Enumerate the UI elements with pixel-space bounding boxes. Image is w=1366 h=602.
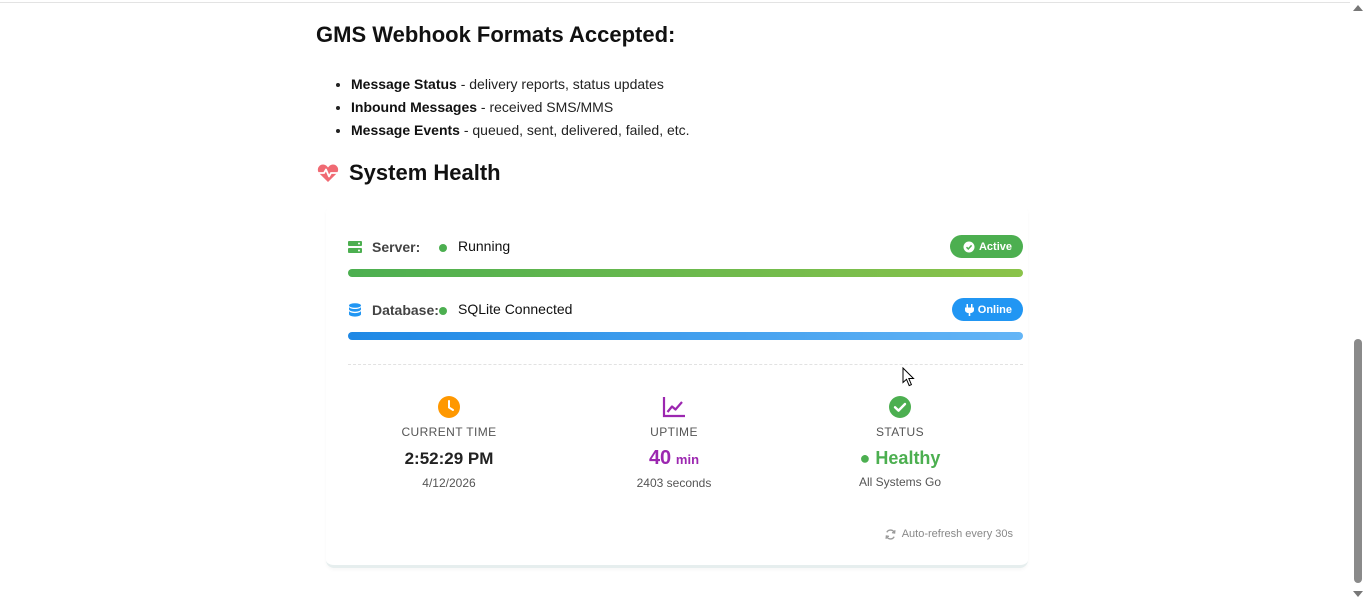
status-stat: STATUS ● Healthy All Systems Go [800,395,1000,489]
auto-refresh-note: Auto-refresh every 30s [885,528,1013,540]
badge-label: Online [977,303,1012,316]
format-term: Message Status [351,76,457,92]
heartbeat-icon [317,164,339,182]
plug-icon [964,303,974,316]
status-label: STATUS [876,425,924,439]
uptime-label: UPTIME [650,425,698,439]
current-time-value: 2:52:29 PM [404,449,494,468]
format-desc: - delivery reports, status updates [456,76,664,92]
uptime-minutes: 40 [648,447,672,469]
current-date-value: 4/12/2026 [422,476,476,490]
top-divider [0,2,1350,3]
current-time-label: CURRENT TIME [401,425,497,439]
scrollbar-thumb[interactable] [1354,339,1362,583]
system-health-card: Server: Running Active Database: SQLite … [326,205,1028,568]
uptime-unit: min [675,452,700,467]
list-item: Inbound Messages - received SMS/MMS [351,96,690,119]
server-label: Server: [372,239,421,255]
format-desc: - received SMS/MMS [477,99,614,115]
list-item: Message Events - queued, sent, delivered… [351,119,690,142]
check-circle-icon [963,241,975,252]
database-label: Database: [372,302,439,318]
scroll-down-arrow-icon[interactable] [1353,591,1363,597]
clock-icon [438,396,460,418]
status-value: ● Healthy [859,448,941,468]
system-health-heading: System Health [316,160,501,186]
uptime-seconds: 2403 seconds [636,476,712,490]
auto-refresh-text: Auto-refresh every 30s [901,528,1013,540]
database-status-row: Database: SQLite Connected Online [348,298,1023,340]
online-badge: Online [951,298,1023,321]
scroll-up-arrow-icon[interactable] [1353,5,1363,11]
webhook-formats-title: GMS Webhook Formats Accepted: [316,22,676,47]
uptime-stat: UPTIME 40 min 2403 seconds [574,395,774,490]
sync-icon [885,528,896,540]
badge-label: Active [978,240,1012,253]
server-progress-bar [348,269,1023,277]
system-health-title: System Health [349,160,501,185]
server-icon [348,241,362,253]
list-item: Message Status - delivery reports, statu… [351,73,690,96]
mouse-cursor-icon [902,367,915,387]
format-term: Message Events [351,122,460,138]
database-value: SQLite Connected [458,301,573,317]
chart-line-icon [662,397,685,418]
status-dot [439,307,447,315]
status-value-wrap: ● Healthy [800,448,1000,469]
database-icon [349,303,361,317]
server-status-row: Server: Running Active [348,235,1023,277]
status-sub: All Systems Go [858,475,942,489]
format-desc: - queued, sent, delivered, failed, etc. [459,122,690,138]
format-term: Inbound Messages [351,99,478,115]
stats-divider [348,364,1023,365]
uptime-value: 40 min [574,447,774,470]
check-circle-icon [889,396,911,418]
status-dot [439,244,447,252]
server-value: Running [458,238,511,254]
vertical-scrollbar[interactable] [1350,0,1366,602]
active-badge: Active [949,235,1023,258]
current-time-stat: CURRENT TIME 2:52:29 PM 4/12/2026 [349,395,549,490]
database-progress-bar [348,332,1023,340]
webhook-formats-list: Message Status - delivery reports, statu… [351,73,690,142]
